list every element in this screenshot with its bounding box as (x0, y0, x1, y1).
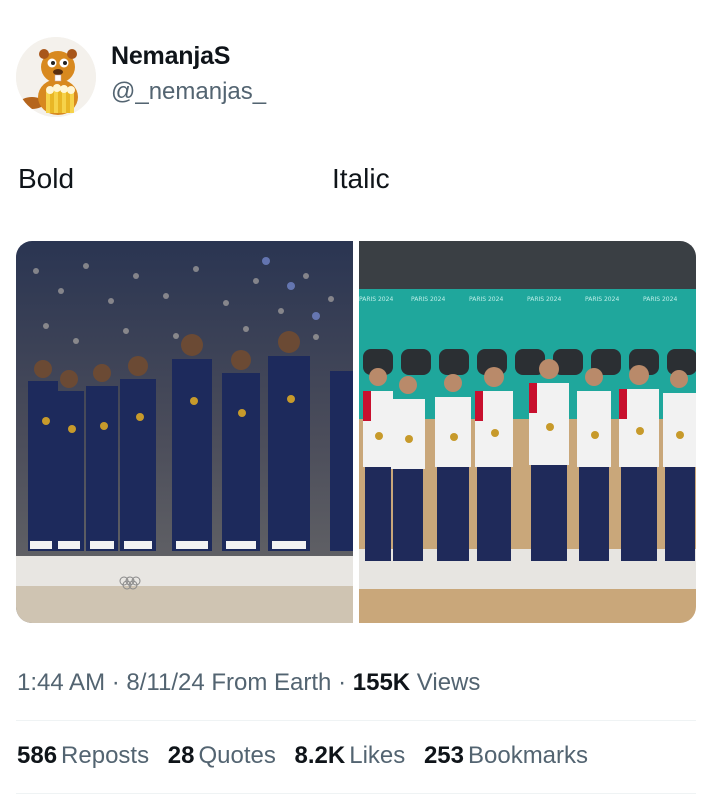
team-serbia-photo-icon: PARIS 2024 PARIS 2024 PARIS 2024 PARIS 2… (359, 241, 696, 623)
quotes-label: Quotes (198, 742, 276, 769)
team-usa-photo-icon (16, 241, 353, 623)
quotes-count: 28 (167, 742, 195, 769)
post-time[interactable]: 1:44 AM (17, 669, 105, 696)
views-count: 155K (352, 669, 411, 696)
reposts-count: 586 (17, 742, 58, 769)
svg-text:PARIS 2024: PARIS 2024 (469, 296, 503, 303)
reposts-stat[interactable]: 586 Reposts (17, 742, 149, 770)
svg-text:PARIS 2024: PARIS 2024 (527, 296, 561, 303)
post-caption-right: Italic (332, 163, 390, 194)
reposts-label: Reposts (61, 742, 150, 769)
avatar[interactable] (16, 37, 96, 117)
bookmarks-label: Bookmarks (467, 742, 589, 769)
likes-label: Likes (349, 742, 406, 769)
photo-team-usa[interactable] (16, 241, 353, 623)
svg-text:PARIS 2024: PARIS 2024 (359, 296, 393, 303)
svg-text:PARIS 2024: PARIS 2024 (585, 296, 619, 303)
views-label: Views (416, 669, 481, 696)
quotes-stat[interactable]: 28 Quotes (168, 742, 276, 770)
post-source: From Earth (211, 669, 332, 696)
likes-count: 8.2K (294, 742, 346, 769)
photo-team-serbia[interactable]: PARIS 2024 PARIS 2024 PARIS 2024 PARIS 2… (359, 241, 696, 623)
bookmarks-count: 253 (423, 742, 464, 769)
svg-text:PARIS 2024: PARIS 2024 (643, 296, 677, 303)
media-grid: PARIS 2024 PARIS 2024 PARIS 2024 PARIS 2… (16, 241, 696, 623)
post-meta: 1:44 AM · 8/11/24 From Earth · 155K View… (17, 669, 480, 697)
username-handle[interactable]: @_nemanjas_ (111, 78, 266, 106)
meta-separator: · (338, 669, 347, 696)
bookmarks-stat[interactable]: 253 Bookmarks (424, 742, 588, 770)
likes-stat[interactable]: 8.2K Likes (295, 742, 406, 770)
display-name[interactable]: NemanjaS (111, 42, 230, 71)
post-caption-left: Bold (18, 163, 75, 194)
meta-separator: · (111, 669, 120, 696)
engagement-stats: 586 Reposts 28 Quotes 8.2K Likes 253 Bookmar… (17, 742, 600, 770)
post-date[interactable]: 8/11/24 (126, 669, 204, 696)
divider (16, 720, 696, 721)
beaver-avatar-icon (16, 37, 96, 117)
svg-text:PARIS 2024: PARIS 2024 (411, 296, 445, 303)
divider (16, 793, 696, 794)
